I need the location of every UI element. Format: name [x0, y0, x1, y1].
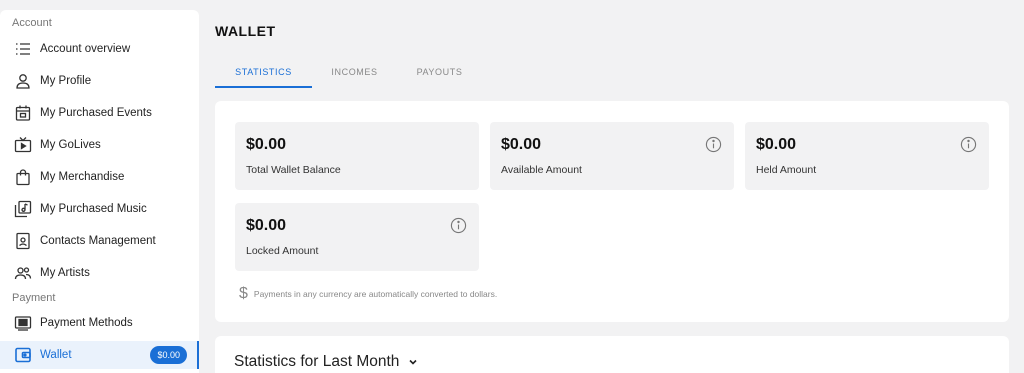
sidebar-item-my-profile[interactable]: My Profile	[0, 67, 199, 95]
statistics-period-dropdown[interactable]: Statistics for Last Month	[234, 353, 419, 371]
sidebar-item-label: Account overview	[40, 43, 131, 55]
chevron-down-icon	[409, 359, 417, 365]
dollar-icon: $	[239, 285, 248, 302]
payment-card-icon	[14, 314, 32, 332]
sidebar-item-label: Wallet	[40, 349, 72, 361]
sidebar-item-label: My GoLives	[40, 139, 101, 151]
sidebar-item-my-merchandise[interactable]: My Merchandise	[0, 163, 199, 191]
amount: $0.00	[756, 136, 797, 153]
wallet-summary-panel: $0.00 Total Wallet Balance $0.00 Availab…	[215, 101, 1009, 322]
page-title: WALLET	[215, 23, 276, 39]
sidebar-item-my-artists[interactable]: My Artists	[0, 259, 199, 287]
tab-statistics[interactable]: STATISTICS	[215, 58, 312, 88]
caption: Available Amount	[501, 164, 582, 176]
amount: $0.00	[501, 136, 542, 153]
card-held-amount: $0.00 Held Amount	[745, 122, 989, 190]
amount: $0.00	[246, 217, 287, 234]
currency-note-text: Payments in any currency are automatical…	[253, 289, 498, 299]
sidebar-item-contacts-management[interactable]: Contacts Management	[0, 227, 199, 255]
statistics-panel: Statistics for Last Month	[215, 336, 1009, 373]
info-icon[interactable]	[450, 217, 467, 234]
wallet-balance-badge: $0.00	[150, 346, 187, 364]
person-icon	[14, 72, 32, 90]
tab-payouts[interactable]: PAYOUTS	[397, 58, 482, 88]
info-icon[interactable]	[705, 136, 722, 153]
sidebar-item-label: My Purchased Events	[40, 107, 152, 119]
currency-note: $ Payments in any currency are automatic…	[239, 285, 497, 303]
calendar-icon	[14, 104, 32, 122]
section-label-payment: Payment	[12, 292, 56, 304]
wallet-icon	[14, 346, 32, 364]
sidebar-item-label: My Merchandise	[40, 171, 125, 183]
sidebar-item-my-purchased-events[interactable]: My Purchased Events	[0, 99, 199, 127]
sidebar-item-label: My Artists	[40, 267, 90, 279]
list-icon	[14, 40, 32, 58]
card-available-amount: $0.00 Available Amount	[490, 122, 734, 190]
sidebar-item-wallet[interactable]: Wallet $0.00	[0, 341, 199, 369]
tab-incomes[interactable]: INCOMES	[312, 58, 397, 88]
wallet-tabs: STATISTICS INCOMES PAYOUTS	[215, 58, 482, 88]
sidebar-item-label: My Purchased Music	[40, 203, 147, 215]
people-icon	[14, 264, 32, 282]
caption: Total Wallet Balance	[246, 164, 341, 176]
amount: $0.00	[246, 136, 287, 153]
statistics-title: Statistics for Last Month	[234, 353, 400, 370]
sidebar-item-account-overview[interactable]: Account overview	[0, 35, 199, 63]
info-icon[interactable]	[960, 136, 977, 153]
shopping-bag-icon	[14, 168, 32, 186]
sidebar-item-my-purchased-music[interactable]: My Purchased Music	[0, 195, 199, 223]
card-total-wallet-balance: $0.00 Total Wallet Balance	[235, 122, 479, 190]
music-library-icon	[14, 200, 32, 218]
card-locked-amount: $0.00 Locked Amount	[235, 203, 479, 271]
section-label-account: Account	[12, 17, 52, 29]
sidebar-item-my-golives[interactable]: My GoLives	[0, 131, 199, 159]
sidebar: Account Account overview My Profile My P…	[0, 10, 199, 373]
tv-play-icon	[14, 136, 32, 154]
sidebar-item-payment-methods[interactable]: Payment Methods	[0, 309, 199, 337]
caption: Held Amount	[756, 164, 817, 176]
sidebar-item-label: Payment Methods	[40, 317, 133, 329]
sidebar-item-label: Contacts Management	[40, 235, 156, 247]
contact-card-icon	[14, 232, 32, 250]
caption: Locked Amount	[246, 245, 319, 257]
sidebar-item-label: My Profile	[40, 75, 92, 87]
